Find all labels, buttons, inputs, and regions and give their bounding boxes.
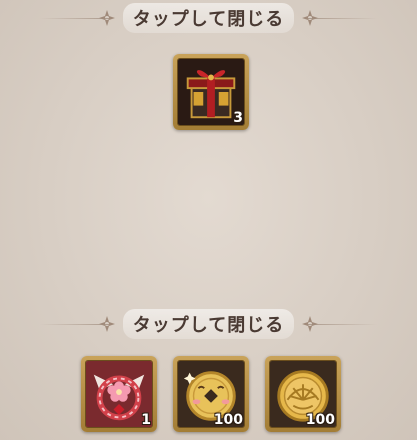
item-count: 100 — [213, 412, 243, 428]
item-count: 3 — [233, 110, 243, 126]
item-count: 100 — [305, 412, 335, 428]
reward-item-sakura-charm[interactable]: 1 — [81, 356, 157, 432]
reward-item-gold-coin[interactable]: 100 — [265, 356, 341, 432]
tap-to-close-banner-top[interactable]: タップして閉じる — [0, 3, 417, 33]
banner-divider-left — [40, 18, 110, 19]
banner-divider-right — [307, 18, 377, 19]
tap-to-close-label: タップして閉じる — [122, 3, 295, 33]
reward-item-gift-box[interactable]: 3 — [173, 54, 249, 130]
item-count: 1 — [141, 412, 151, 428]
banner-divider-left — [40, 324, 110, 325]
reward-item-smiling-coin[interactable]: 100 — [173, 356, 249, 432]
tap-to-close-label: タップして閉じる — [122, 309, 295, 339]
tap-to-close-banner-bottom[interactable]: タップして閉じる — [0, 309, 417, 339]
banner-divider-right — [307, 324, 377, 325]
